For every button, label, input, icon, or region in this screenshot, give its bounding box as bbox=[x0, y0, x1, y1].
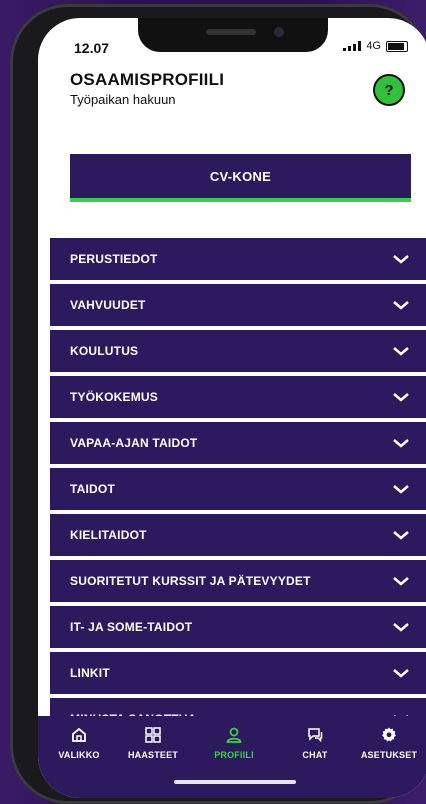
page-subtitle: Työpaikan hakuun bbox=[70, 92, 176, 107]
app-screen: 12.07 4G OSAAMISPROFIILI Työpaikan hakuu… bbox=[38, 18, 426, 798]
speaker bbox=[206, 29, 256, 35]
nav-label: ASETUKSET bbox=[360, 750, 418, 760]
nav-profiili[interactable]: PROFIILI bbox=[199, 726, 269, 760]
section-label: KOULUTUS bbox=[70, 344, 139, 358]
section-label: VAPAA-AJAN TAIDOT bbox=[70, 436, 198, 450]
home-indicator bbox=[174, 780, 296, 784]
nav-label: HAASTEET bbox=[127, 750, 179, 760]
section-it-ja-some-taidot[interactable]: IT- JA SOME-TAIDOT bbox=[50, 606, 426, 648]
section-taidot[interactable]: TAIDOT bbox=[50, 468, 426, 510]
nav-haasteet[interactable]: HAASTEET bbox=[118, 726, 188, 760]
home-icon bbox=[70, 726, 88, 744]
status-time: 12.07 bbox=[74, 40, 110, 56]
section-kielitaidot[interactable]: KIELITAIDOT bbox=[50, 514, 426, 556]
chat-icon bbox=[306, 726, 324, 744]
cv-kone-button[interactable]: CV-KONE bbox=[70, 154, 411, 202]
nav-label: PROFIILI bbox=[214, 750, 254, 760]
battery-icon bbox=[386, 40, 408, 52]
gear-icon bbox=[380, 726, 398, 744]
bottom-nav: VALIKKO HAASTEET PROFIILI CHAT ASETUKSET bbox=[38, 716, 426, 798]
section-label: PERUSTIEDOT bbox=[70, 252, 158, 266]
help-button[interactable]: ? bbox=[373, 74, 405, 106]
section-tyokokemus[interactable]: TYÖKOKEMUS bbox=[50, 376, 426, 418]
person-icon bbox=[225, 726, 243, 744]
nav-chat[interactable]: CHAT bbox=[280, 726, 350, 760]
notch bbox=[138, 18, 328, 52]
section-label: TAIDOT bbox=[70, 482, 115, 496]
status-indicators: 4G bbox=[343, 40, 408, 52]
section-label: IT- JA SOME-TAIDOT bbox=[70, 620, 193, 634]
section-vahvuudet[interactable]: VAHVUUDET bbox=[50, 284, 426, 326]
profile-section-list: PERUSTIEDOT VAHVUUDET KOULUTUS TYÖKOKEMU… bbox=[38, 226, 426, 740]
section-label: SUORITETUT KURSSIT JA PÄTEVYYDET bbox=[70, 574, 311, 588]
nav-label: VALIKKO bbox=[58, 750, 100, 760]
grid-icon bbox=[144, 726, 162, 744]
nav-asetukset[interactable]: ASETUKSET bbox=[354, 726, 424, 760]
chevron-down-icon bbox=[393, 347, 409, 356]
nav-label: CHAT bbox=[302, 750, 328, 760]
section-label: LINKIT bbox=[70, 666, 110, 680]
network-label: 4G bbox=[366, 40, 381, 52]
section-suoritetut-kurssit[interactable]: SUORITETUT KURSSIT JA PÄTEVYYDET bbox=[50, 560, 426, 602]
camera bbox=[274, 27, 284, 37]
signal-icon bbox=[343, 41, 362, 51]
chevron-down-icon bbox=[393, 669, 409, 678]
chevron-down-icon bbox=[393, 255, 409, 264]
chevron-down-icon bbox=[393, 485, 409, 494]
chevron-down-icon bbox=[393, 393, 409, 402]
chevron-down-icon bbox=[393, 531, 409, 540]
chevron-down-icon bbox=[393, 577, 409, 586]
section-koulutus[interactable]: KOULUTUS bbox=[50, 330, 426, 372]
section-label: VAHVUUDET bbox=[70, 298, 146, 312]
chevron-down-icon bbox=[393, 623, 409, 632]
section-label: TYÖKOKEMUS bbox=[70, 390, 159, 404]
chevron-down-icon bbox=[393, 301, 409, 310]
chevron-down-icon bbox=[393, 439, 409, 448]
section-linkit[interactable]: LINKIT bbox=[50, 652, 426, 694]
section-label: KIELITAIDOT bbox=[70, 528, 147, 542]
page-title: OSAAMISPROFIILI bbox=[70, 70, 225, 89]
section-vapaa-ajan-taidot[interactable]: VAPAA-AJAN TAIDOT bbox=[50, 422, 426, 464]
nav-valikko[interactable]: VALIKKO bbox=[44, 726, 114, 760]
phone-frame: 12.07 4G OSAAMISPROFIILI Työpaikan hakuu… bbox=[10, 4, 426, 804]
section-perustiedot[interactable]: PERUSTIEDOT bbox=[50, 238, 426, 280]
